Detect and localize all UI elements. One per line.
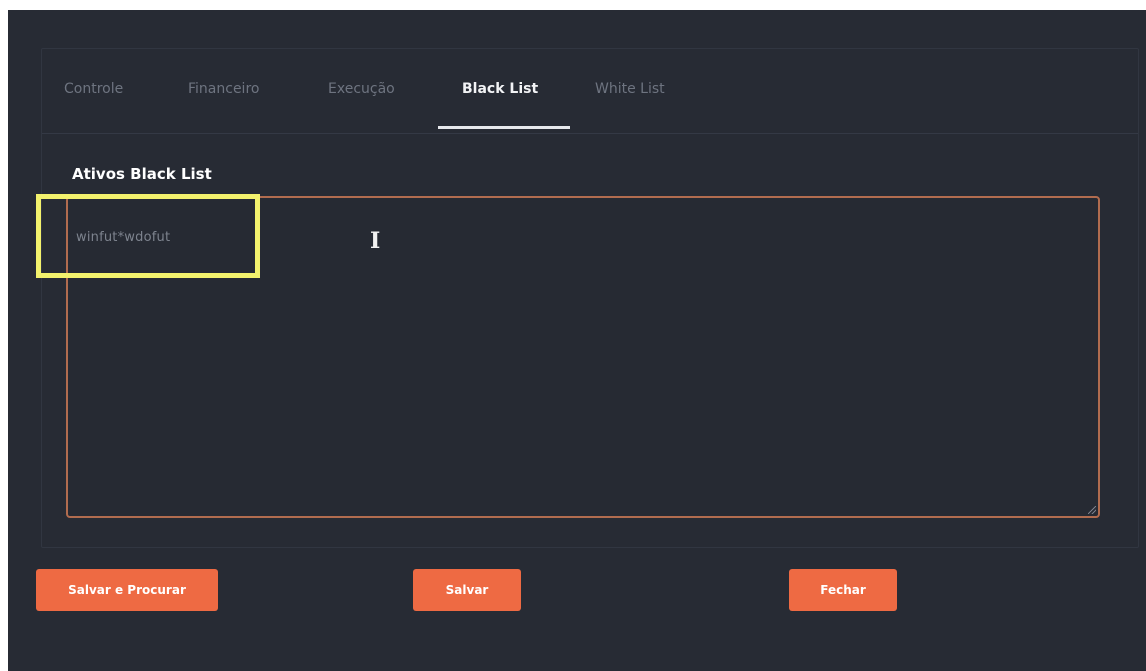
tab-controle[interactable]: Controle <box>64 81 123 97</box>
tab-execucao[interactable]: Execução <box>328 81 395 97</box>
resize-grip-icon[interactable] <box>1088 506 1096 514</box>
save-button[interactable]: Salvar <box>413 569 521 611</box>
text-cursor-icon: I <box>370 228 381 254</box>
dialog-window: Controle Financeiro Execução Black List … <box>8 10 1146 671</box>
save-and-search-button[interactable]: Salvar e Procurar <box>36 569 218 611</box>
tab-financeiro[interactable]: Financeiro <box>188 81 259 97</box>
tab-black-list[interactable]: Black List <box>462 81 538 97</box>
close-button[interactable]: Fechar <box>789 569 897 611</box>
settings-panel: Controle Financeiro Execução Black List … <box>41 48 1139 548</box>
highlight-annotation <box>36 194 260 278</box>
active-tab-indicator <box>438 126 570 129</box>
tab-bar: Controle Financeiro Execução Black List … <box>42 49 1138 134</box>
section-title: Ativos Black List <box>72 165 212 183</box>
tab-white-list[interactable]: White List <box>595 81 665 97</box>
